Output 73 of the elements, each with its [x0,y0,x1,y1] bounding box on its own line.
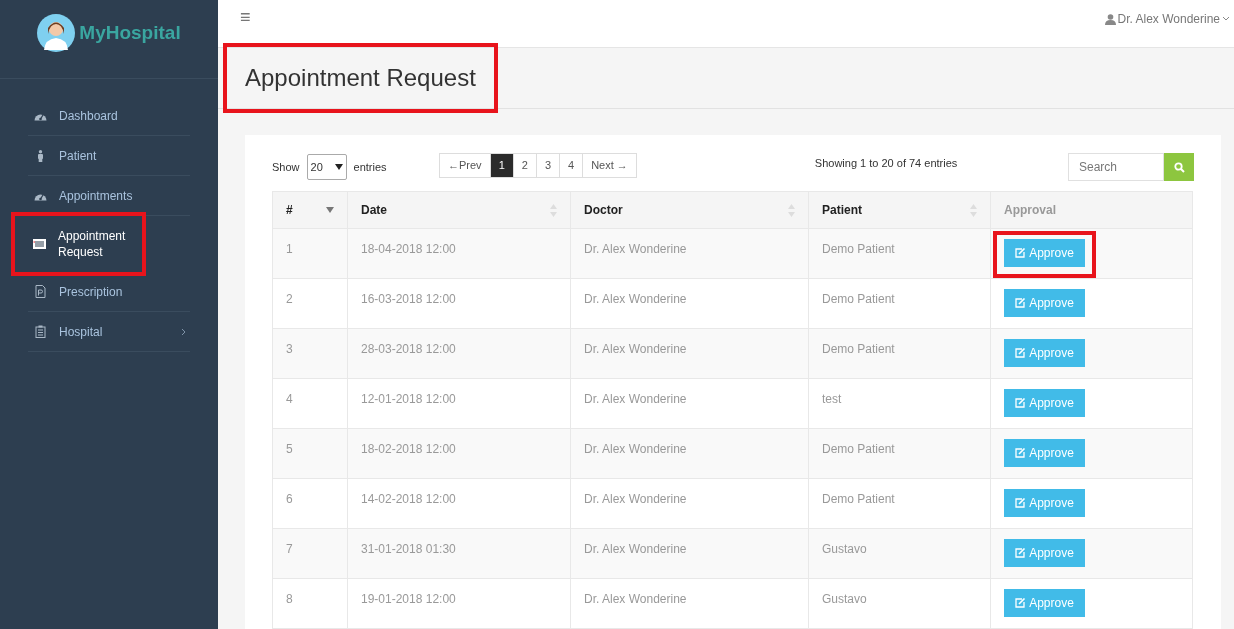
table-cell: 18-04-2018 12:00 [361,242,456,256]
edit-icon [1015,448,1027,458]
table-cell: Demo Patient [822,442,895,456]
list-icon [33,239,46,249]
table-cell: 14-02-2018 12:00 [361,492,456,506]
table-cell: Gustavo [822,592,867,606]
sort-descending-icon[interactable] [326,207,334,213]
brand-name: MyHospital [79,20,181,45]
table-cell: 16-03-2018 12:00 [361,292,456,306]
sort-icon[interactable] [970,203,977,217]
table-cell: Dr. Alex Wonderine [584,542,687,556]
nav-item[interactable]: Appointments [28,176,190,216]
nav-item[interactable]: Patient [28,136,190,176]
table-cell: test [822,392,842,406]
edit-icon [1015,298,1027,308]
column-header[interactable]: # [286,201,293,219]
table-cell: 3 [286,342,293,356]
table-cell: Gustavo [822,542,867,556]
user-icon [1104,13,1116,25]
table-cell: Demo Patient [822,492,895,506]
doctor-avatar-icon [37,14,76,52]
dropdown-arrow-icon [334,164,343,170]
column-header[interactable]: Doctor [584,201,623,219]
table-cell: 6 [286,492,293,506]
chevron-right-icon [181,327,186,336]
edit-icon [1015,548,1027,558]
table-cell: 1 [286,242,293,256]
table-cell: Dr. Alex Wonderine [584,492,687,506]
edit-icon [1015,398,1027,408]
table-cell: Demo Patient [822,242,895,256]
table-cell: Dr. Alex Wonderine [584,442,687,456]
table-cell: 5 [286,442,293,456]
nav-item[interactable]: Dashboard [28,96,190,136]
table-cell: 12-01-2018 12:00 [361,392,456,406]
search-icon [1173,161,1185,173]
search-button[interactable] [1164,153,1194,181]
table-cell: Dr. Alex Wonderine [584,592,687,606]
sort-icon[interactable] [550,203,557,217]
table-cell: 19-01-2018 12:00 [361,592,456,606]
entries-info: Showing 1 to 20 of 74 entries [814,156,958,171]
table-cell: 4 [286,392,293,406]
edit-icon [1015,498,1027,508]
table-cell: Dr. Alex Wonderine [584,342,687,356]
user-menu[interactable]: Dr. Alex Wonderine [1104,8,1230,28]
table-cell: 31-01-2018 01:30 [361,542,456,556]
column-header[interactable]: Date [361,201,387,219]
document-icon [33,285,47,298]
table-cell: 2 [286,292,293,306]
search-field[interactable]: Search [1068,153,1164,181]
chevron-down-icon [1222,16,1230,22]
table-cell: Demo Patient [822,292,895,306]
entries-label: entries [353,159,387,175]
page-size-select[interactable]: 20 [306,154,347,180]
edit-icon [1015,248,1027,258]
menu-button[interactable]: ≡ [240,8,251,26]
column-header[interactable]: Patient [822,201,862,219]
table-cell: Dr. Alex Wonderine [584,392,687,406]
table-cell: 28-03-2018 12:00 [361,342,456,356]
table-cell: Dr. Alex Wonderine [584,292,687,306]
table-cell: Dr. Alex Wonderine [584,242,687,256]
table-cell: 18-02-2018 12:00 [361,442,456,456]
nav-item[interactable]: Appointment Request [15,216,142,272]
table-cell: Demo Patient [822,342,895,356]
table-cell: 7 [286,542,293,556]
table-cell: 8 [286,592,293,606]
edit-icon [1015,598,1027,608]
edit-icon [1015,348,1027,358]
nav-item[interactable]: Hospital [28,312,190,352]
nav-item[interactable]: Prescription [28,272,190,312]
sort-icon[interactable] [788,203,795,217]
show-label: Show [272,159,300,175]
building-icon [33,325,47,338]
pagination-button[interactable]: 1 [489,154,513,177]
